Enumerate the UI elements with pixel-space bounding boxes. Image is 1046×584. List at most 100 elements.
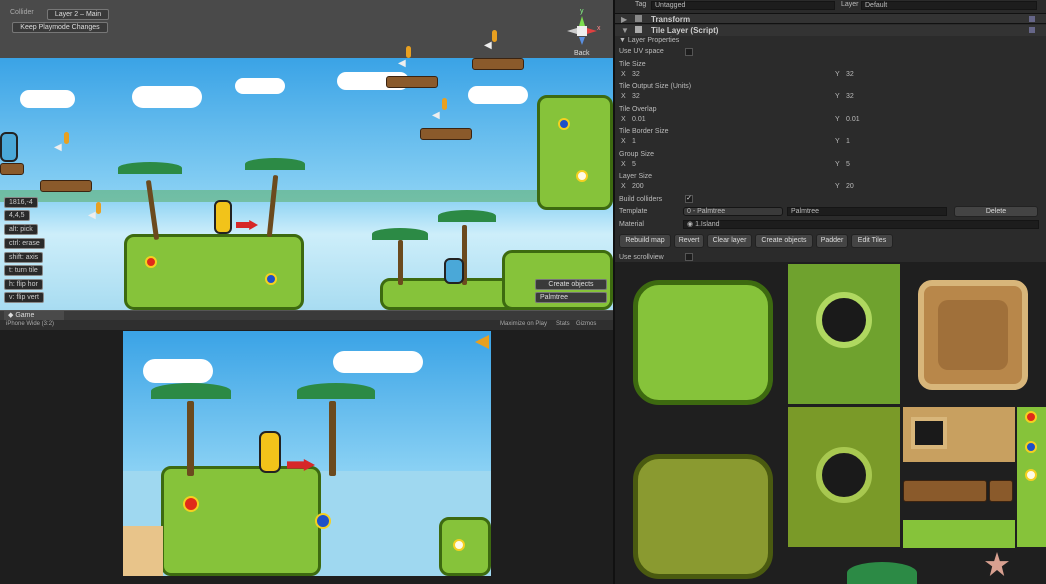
layer-size-x-field[interactable]: 200	[629, 183, 829, 192]
tile-wood-end[interactable]	[989, 480, 1013, 502]
tile-palette[interactable]	[613, 262, 1046, 584]
tile-palm-leaves[interactable]	[847, 562, 917, 584]
tile-size-x-field[interactable]: 32	[629, 71, 829, 80]
tile-size-label: Tile Size	[619, 61, 646, 68]
maximize-toggle[interactable]: Maximize on Play	[500, 321, 547, 327]
speaker-icon[interactable]: ◀	[484, 40, 492, 51]
material-field[interactable]: ◉ 1.Island	[683, 220, 1039, 229]
build-colliders-checkbox[interactable]: ✓	[685, 195, 693, 203]
inspector-panel: Tag Untagged Layer Default ▶ Transform ▼…	[613, 0, 1046, 262]
tile-wood-plank[interactable]	[903, 480, 987, 502]
foldout-arrow-icon[interactable]: ▶	[621, 15, 627, 24]
scene-palmtree-dropdown[interactable]: Palmtree	[535, 292, 607, 303]
clear-layer-button[interactable]: Clear layer	[707, 234, 752, 248]
cloud	[132, 86, 202, 108]
tile-sand-block[interactable]	[918, 280, 1028, 390]
x-label: X	[621, 93, 626, 100]
game-tab-bar: ◆ Game	[0, 310, 613, 320]
use-uv-space-checkbox[interactable]	[685, 48, 693, 56]
template-name-field[interactable]: Palmtree	[787, 207, 947, 216]
revert-button[interactable]: Revert	[674, 234, 704, 248]
tile-overlap-x-field[interactable]: 0.01	[629, 116, 829, 125]
use-scrollview-checkbox[interactable]	[685, 253, 693, 261]
delete-button[interactable]: Delete	[954, 206, 1038, 217]
wood-platform[interactable]	[0, 163, 24, 175]
tile-grass-dark-block[interactable]	[633, 454, 773, 579]
white-flower	[1025, 469, 1037, 481]
tile-border-y-field[interactable]: 1	[843, 138, 1043, 147]
tile-index: 4,4,5	[4, 210, 30, 221]
tile-grass-edge[interactable]	[903, 520, 1015, 548]
group-size-x-field[interactable]: 5	[629, 161, 829, 170]
tag-dropdown[interactable]: Untagged	[651, 1, 835, 10]
speaker-icon[interactable]: ◀	[88, 210, 96, 221]
edit-tiles-button[interactable]: Edit Tiles	[851, 234, 893, 248]
red-flower	[1025, 411, 1037, 423]
palm-tree	[187, 401, 194, 476]
gizmo-y-arrow-icon[interactable]	[579, 16, 585, 26]
create-objects-button[interactable]: Create objects	[755, 234, 813, 248]
starfish-icon[interactable]	[985, 552, 1009, 576]
tile-layer-header[interactable]: ▼ Tile Layer (Script)	[615, 25, 1046, 36]
y-label: Y	[835, 138, 840, 145]
tile-sand-strip[interactable]	[903, 407, 1015, 462]
stats-toggle[interactable]: Stats	[556, 321, 570, 327]
settings-gear-icon[interactable]	[1029, 16, 1035, 22]
cloud	[235, 78, 285, 94]
game-viewport[interactable]	[123, 331, 491, 576]
speaker-icon[interactable]: ◀	[432, 110, 440, 121]
gizmo-z-arrow-icon[interactable]	[579, 37, 585, 45]
foldout-arrow-icon[interactable]: ▼	[621, 26, 629, 35]
scene-create-objects-button[interactable]: Create objects	[535, 279, 607, 290]
palm-leaves	[297, 383, 375, 399]
gizmo-center-icon[interactable]	[577, 26, 587, 36]
tab-game[interactable]: ◆ Game	[4, 311, 64, 320]
resolution-dropdown[interactable]: iPhone Wide (3:2)	[6, 321, 54, 327]
tile-flower-column[interactable]	[1017, 407, 1046, 547]
coin-icon	[96, 202, 101, 214]
padder-button[interactable]: Padder	[816, 234, 848, 248]
layer-size-y-field[interactable]: 20	[843, 183, 1043, 192]
tile-hole	[911, 417, 947, 449]
tile-sand-center	[938, 300, 1008, 370]
scene-view[interactable]: Collider Layer 2 – Main Keep Playmode Ch…	[0, 0, 613, 310]
transform-header[interactable]: ▶ Transform	[615, 13, 1046, 24]
group-size-y-field[interactable]: 5	[843, 161, 1043, 170]
grass-island[interactable]	[537, 95, 613, 210]
tile-border-x-field[interactable]: 1	[629, 138, 829, 147]
scene-gizmo[interactable]: y x Back	[566, 8, 601, 58]
tile-grass-hole[interactable]	[788, 264, 900, 404]
layer-select[interactable]: Default	[861, 1, 1037, 10]
blue-flower	[558, 118, 570, 130]
wood-platform[interactable]	[40, 180, 92, 192]
player-character	[259, 431, 281, 473]
layer-dropdown[interactable]: Layer 2 – Main	[47, 9, 109, 20]
palm-leaves	[151, 383, 231, 399]
cloud	[143, 359, 213, 383]
speaker-icon[interactable]: ◀	[54, 142, 62, 153]
enemy-character[interactable]	[444, 258, 464, 284]
keep-playmode-button[interactable]: Keep Playmode Changes	[12, 22, 108, 33]
template-dropdown[interactable]: 0 - Palmtree	[683, 207, 783, 216]
layer-properties-foldout[interactable]: ▼ Layer Properties	[619, 37, 679, 44]
rebuild-map-button[interactable]: Rebuild map	[619, 234, 671, 248]
gizmos-dropdown[interactable]: Gizmos	[576, 321, 596, 327]
tile-output-x-field[interactable]: 32	[629, 93, 829, 102]
settings-gear-icon[interactable]	[1029, 27, 1035, 33]
gizmo-neg-x-icon[interactable]	[567, 28, 577, 34]
use-scrollview-label: Use scrollview	[619, 254, 664, 261]
grass-island[interactable]	[124, 234, 304, 310]
gizmo-x-arrow-icon[interactable]	[587, 28, 597, 34]
speaker-icon[interactable]: ◀	[398, 58, 406, 69]
tile-grass-block[interactable]	[633, 280, 773, 405]
tile-size-y-field[interactable]: 32	[843, 71, 1043, 80]
tile-output-y-field[interactable]: 32	[843, 93, 1043, 102]
tile-grass-dark-hole[interactable]	[788, 407, 900, 547]
enemy-character[interactable]	[0, 132, 18, 162]
wood-platform[interactable]	[420, 128, 472, 140]
wood-platform[interactable]	[386, 76, 438, 88]
wood-platform[interactable]	[472, 58, 524, 70]
tile-overlap-y-field[interactable]: 0.01	[843, 116, 1043, 125]
material-value: 1.Island	[695, 221, 720, 228]
player-character[interactable]	[214, 200, 232, 234]
